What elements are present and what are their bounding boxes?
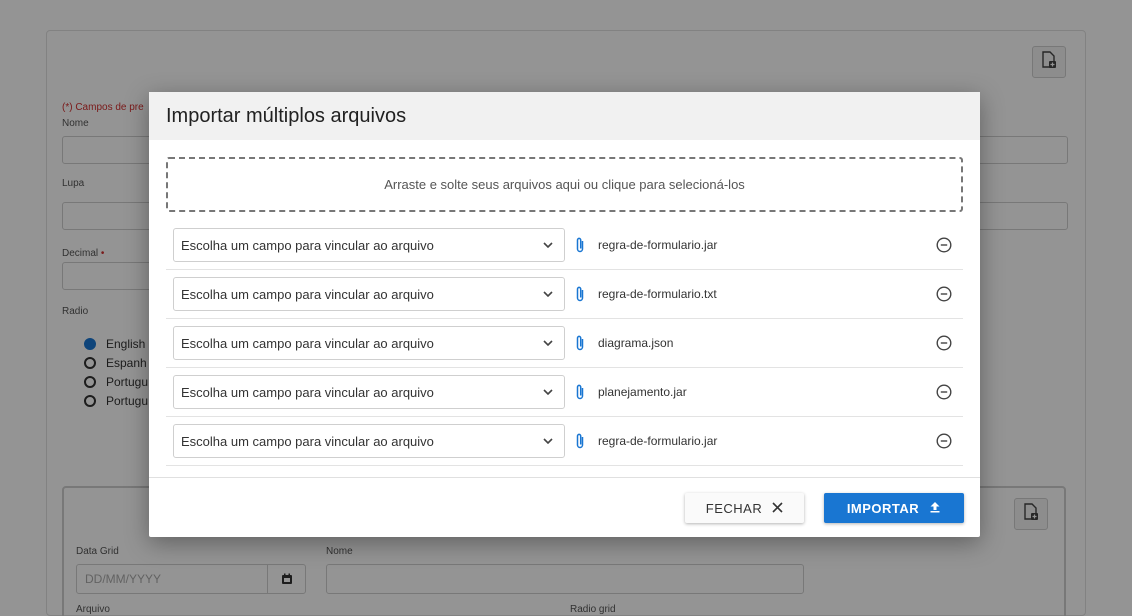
paperclip-icon [573,334,587,352]
file-row: Escolha um campo para vincular ao arquiv… [166,270,963,319]
import-button[interactable]: IMPORTAR [824,493,964,523]
file-name: regra-de-formulario.jar [598,238,718,252]
select-placeholder: Escolha um campo para vincular ao arquiv… [181,237,434,253]
remove-file-icon[interactable] [934,431,954,451]
field-link-select[interactable]: Escolha um campo para vincular ao arquiv… [173,228,565,262]
close-button-label: FECHAR [705,500,763,516]
modal-header: Importar múltiplos arquivos [149,92,980,140]
select-placeholder: Escolha um campo para vincular ao arquiv… [181,433,434,449]
modal-title: Importar múltiplos arquivos [166,104,407,127]
chevron-down-icon [542,337,554,349]
dropzone-text: Arraste e solte seus arquivos aqui ou cl… [384,177,745,192]
chevron-down-icon [542,288,554,300]
upload-icon [929,501,941,516]
remove-file-icon[interactable] [934,284,954,304]
file-row: Escolha um campo para vincular ao arquiv… [166,319,963,368]
file-name: planejamento.jar [598,385,687,399]
file-row: Escolha um campo para vincular ao arquiv… [166,221,963,270]
remove-file-icon[interactable] [934,235,954,255]
field-link-select[interactable]: Escolha um campo para vincular ao arquiv… [173,424,565,458]
import-button-label: IMPORTAR [846,500,920,516]
paperclip-icon [573,285,587,303]
remove-file-icon[interactable] [934,382,954,402]
file-list: Escolha um campo para vincular ao arquiv… [166,221,963,466]
paperclip-icon [573,236,587,254]
file-name: regra-de-formulario.jar [598,434,718,448]
modal-footer: FECHAR IMPORTAR [149,477,980,537]
chevron-down-icon [542,239,554,251]
field-link-select[interactable]: Escolha um campo para vincular ao arquiv… [173,277,565,311]
field-link-select[interactable]: Escolha um campo para vincular ao arquiv… [173,375,565,409]
file-name: regra-de-formulario.txt [598,287,717,301]
paperclip-icon [573,432,587,450]
chevron-down-icon [542,435,554,447]
field-link-select[interactable]: Escolha um campo para vincular ao arquiv… [173,326,565,360]
file-row: Escolha um campo para vincular ao arquiv… [166,417,963,466]
close-button[interactable]: FECHAR [685,493,804,523]
select-placeholder: Escolha um campo para vincular ao arquiv… [181,335,434,351]
remove-file-icon[interactable] [934,333,954,353]
file-name: diagrama.json [598,336,674,350]
select-placeholder: Escolha um campo para vincular ao arquiv… [181,384,434,400]
select-placeholder: Escolha um campo para vincular ao arquiv… [181,286,434,302]
file-row: Escolha um campo para vincular ao arquiv… [166,368,963,417]
chevron-down-icon [542,386,554,398]
paperclip-icon [573,383,587,401]
close-icon [772,501,783,516]
file-dropzone[interactable]: Arraste e solte seus arquivos aqui ou cl… [166,157,963,212]
import-files-modal: Importar múltiplos arquivos Arraste e so… [149,92,980,537]
